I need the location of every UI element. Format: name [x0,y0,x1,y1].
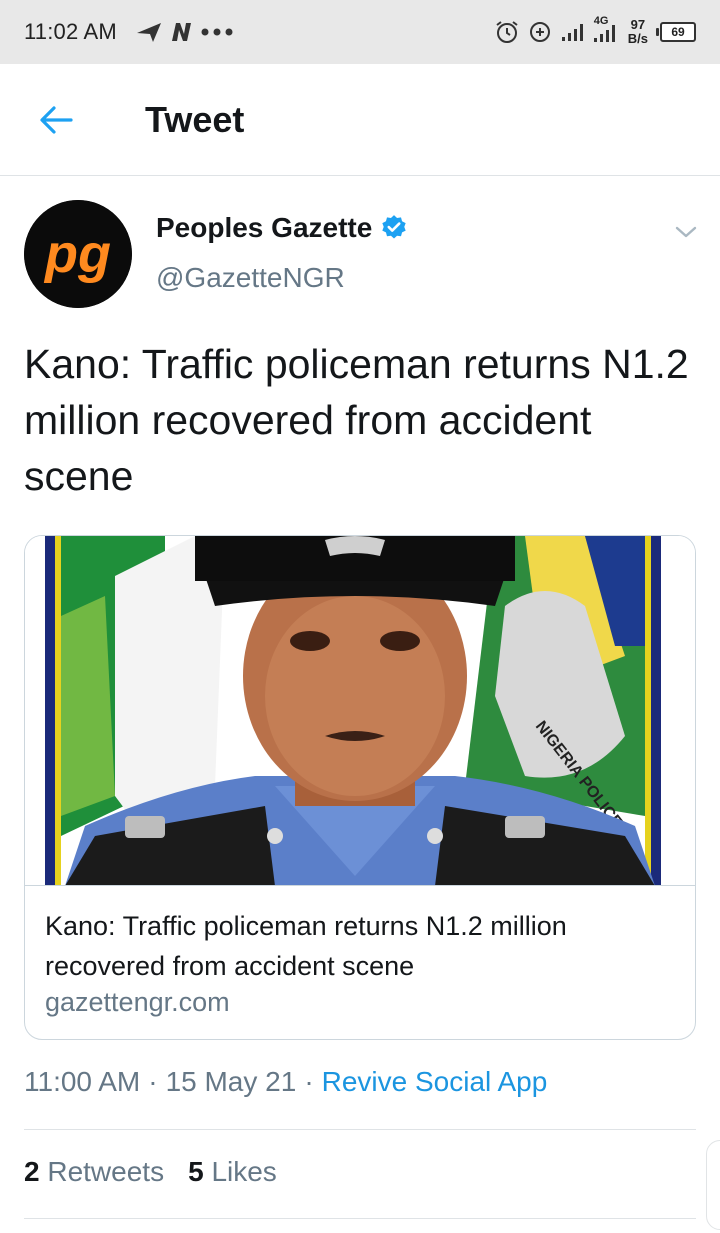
meta-separator: · [148,1066,158,1097]
retweets-stat[interactable]: 2 Retweets [24,1156,164,1188]
card-image[interactable]: NIGERIA POLICE [25,536,695,886]
meta-separator: · [304,1066,314,1097]
retweets-count: 2 [24,1156,40,1187]
pg-logo-icon: pg [24,200,132,308]
navigation-arrow-icon [136,23,161,42]
tweet-text: Kano: Traffic policeman returns N1.2 mil… [24,341,689,499]
tweet-stats: 2 Retweets 5 Likes [24,1156,277,1188]
status-bar: 11:02 AM 4G 97 B/s 69 [0,0,720,64]
tweet-options-button[interactable] [670,216,702,248]
chevron-down-icon [675,226,697,238]
likes-label: Likes [211,1156,277,1187]
author-name-row[interactable]: Peoples Gazette [156,212,408,244]
link-card[interactable]: NIGERIA POLICE Kano: Traffic policeman r… [24,535,696,1040]
status-left-icons [135,20,235,44]
tweet-time: 11:00 AM [24,1066,141,1097]
avatar-text: pg [43,224,111,284]
app-n-icon [171,23,191,41]
tweet-source-link[interactable]: Revive Social App [322,1066,548,1098]
tweet-date: 15 May 21 [165,1066,297,1097]
edge-panel-handle[interactable] [706,1140,720,1230]
verified-badge-icon [382,215,406,239]
divider [24,1129,696,1130]
signal-icon [561,24,583,41]
page-title: Tweet [145,98,245,140]
network-speed: 97 B/s [628,18,648,46]
more-notifications-icon [201,28,233,36]
net-speed-unit: B/s [627,31,648,46]
back-arrow-icon [40,105,73,134]
status-right: 4G 97 B/s 69 [494,15,696,46]
net-speed-value: 97 [630,17,646,32]
card-title[interactable]: Kano: Traffic policeman returns N1.2 mil… [45,906,675,986]
divider [24,1218,696,1219]
likes-stat[interactable]: 5 Likes [188,1156,277,1188]
police-portrait-image: NIGERIA POLICE [25,536,695,885]
status-time: 11:02 AM [24,19,117,44]
card-domain[interactable]: gazettengr.com [45,987,230,1018]
avatar[interactable]: pg [24,200,132,308]
data-saver-icon [529,22,550,42]
author-name[interactable]: Peoples Gazette [156,212,372,244]
signal-4g-icon: 4G [592,15,620,45]
likes-count: 5 [188,1156,204,1187]
battery-icon: 69 [656,22,696,42]
alarm-icon [496,21,518,43]
author-handle[interactable]: @GazetteNGR [156,262,345,294]
retweets-label: Retweets [47,1156,165,1187]
back-button[interactable] [0,64,112,176]
battery-level: 69 [671,25,685,39]
tweet-meta: 11:00 AM · 15 May 21 · Revive Social App [24,1066,547,1098]
header: Tweet [0,64,720,176]
